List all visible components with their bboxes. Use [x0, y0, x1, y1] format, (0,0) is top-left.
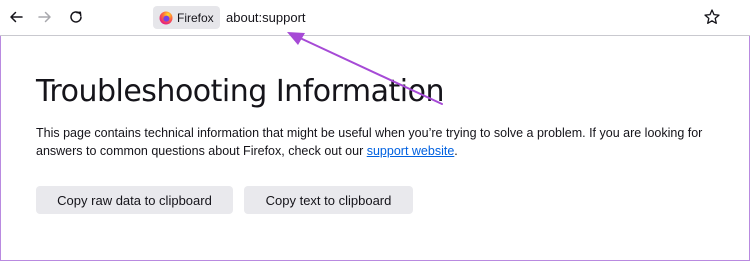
description-period: . [454, 144, 458, 158]
copy-text-button[interactable]: Copy text to clipboard [244, 186, 413, 214]
bookmark-button[interactable] [703, 8, 723, 28]
back-arrow-icon [10, 11, 23, 23]
forward-button[interactable] [35, 7, 55, 27]
reload-button[interactable] [66, 7, 86, 27]
identity-box[interactable]: Firefox [153, 6, 220, 29]
navigation-toolbar: Firefox about:support [0, 0, 750, 36]
copy-raw-data-button[interactable]: Copy raw data to clipboard [36, 186, 233, 214]
url-bar-input[interactable]: about:support [226, 10, 306, 26]
star-icon [704, 9, 720, 24]
firefox-logo-icon [159, 11, 173, 24]
support-website-link[interactable]: support website [367, 144, 455, 158]
forward-arrow-icon [38, 11, 51, 23]
identity-label: Firefox [177, 10, 214, 25]
page-title: Troubleshooting Information [36, 74, 445, 109]
reload-icon [70, 11, 82, 23]
back-button[interactable] [6, 7, 26, 27]
page-description: This page contains technical information… [36, 124, 736, 160]
